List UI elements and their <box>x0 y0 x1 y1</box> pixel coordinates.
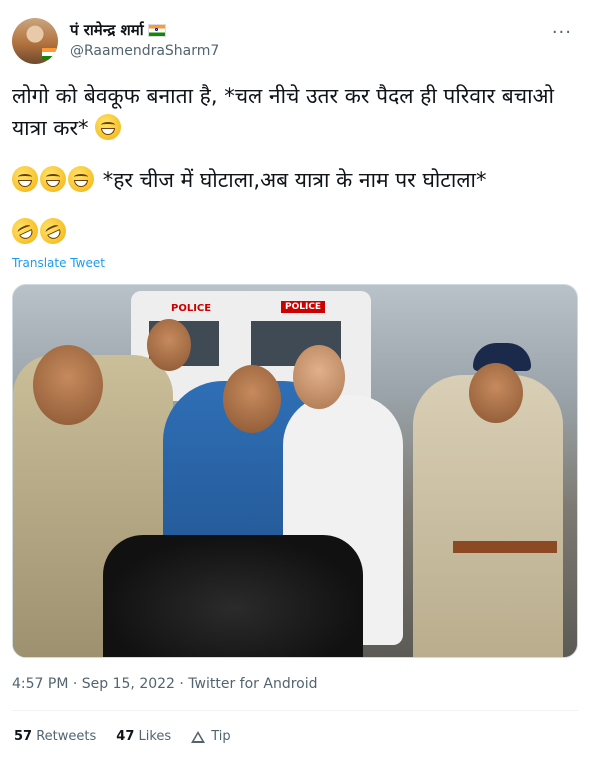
tweet-paragraph-1: लोगो को बेवकूफ बनाता है, *चल नीचे उतर कर… <box>12 80 578 144</box>
person-head <box>147 319 191 371</box>
van-label-left: POLICE <box>171 303 212 314</box>
likes-count: 47 <box>116 729 135 744</box>
likes-label: Likes <box>138 729 172 744</box>
tweet-line-2: *हर चीज में घोटाला,अब यात्रा के नाम पर घ… <box>102 168 487 192</box>
display-name[interactable]: पं रामेन्द्र शर्मा <box>70 20 219 40</box>
rofl-face-icon <box>35 213 71 249</box>
tweet-paragraph-3 <box>7 213 578 249</box>
translate-tweet-link[interactable]: Translate Tweet <box>12 256 105 270</box>
retweets-stat[interactable]: 57 Retweets <box>14 729 96 744</box>
tip-button[interactable]: Tip <box>191 729 231 744</box>
tip-label: Tip <box>211 729 231 744</box>
tip-icon <box>191 730 206 743</box>
tweet-line-1: लोगो को बेवकूफ बनाता है, *चल नीचे उतर कर… <box>12 84 555 140</box>
grinning-face-icon <box>40 166 66 192</box>
display-name-text[interactable]: पं रामेन्द्र शर्मा <box>70 20 144 40</box>
tweet-timestamp[interactable]: 4:57 PM · Sep 15, 2022 · Twitter for And… <box>12 676 318 692</box>
person-head <box>469 363 523 423</box>
divider <box>12 710 578 711</box>
retweets-label: Retweets <box>36 729 97 744</box>
grinning-face-icon <box>12 166 38 192</box>
more-options-icon[interactable]: ··· <box>552 22 572 43</box>
tweet-text: लोगो को बेवकूफ बनाता है, *चल नीचे उतर कर… <box>7 80 578 268</box>
india-flag-icon <box>147 23 166 37</box>
police-belt <box>453 541 557 553</box>
grinning-face-icon <box>68 166 94 192</box>
tweet-paragraph-2: *हर चीज में घोटाला,अब यात्रा के नाम पर घ… <box>12 164 578 196</box>
person-head <box>223 365 281 433</box>
tweet-stats: 57 Retweets 47 Likes Tip <box>14 729 231 744</box>
avatar[interactable] <box>12 18 58 64</box>
van-label-right: POLICE <box>281 301 326 313</box>
person-head <box>293 345 345 409</box>
avatar-flag-icon <box>42 48 56 60</box>
person-head <box>33 345 103 425</box>
tweet-header: पं रामेन्द्र शर्मा @RaamendraSharm7 ··· <box>12 16 578 66</box>
rofl-face-icon <box>7 213 43 249</box>
motorcycle <box>103 535 363 657</box>
handle[interactable]: @RaamendraSharm7 <box>70 43 219 59</box>
likes-stat[interactable]: 47 Likes <box>116 729 171 744</box>
tweet-photo[interactable]: POLICE POLICE <box>12 284 578 658</box>
grinning-face-icon <box>95 114 122 140</box>
author-names: पं रामेन्द्र शर्मा @RaamendraSharm7 <box>70 20 219 59</box>
photo-scene: POLICE POLICE <box>13 285 577 657</box>
retweets-count: 57 <box>14 729 33 744</box>
